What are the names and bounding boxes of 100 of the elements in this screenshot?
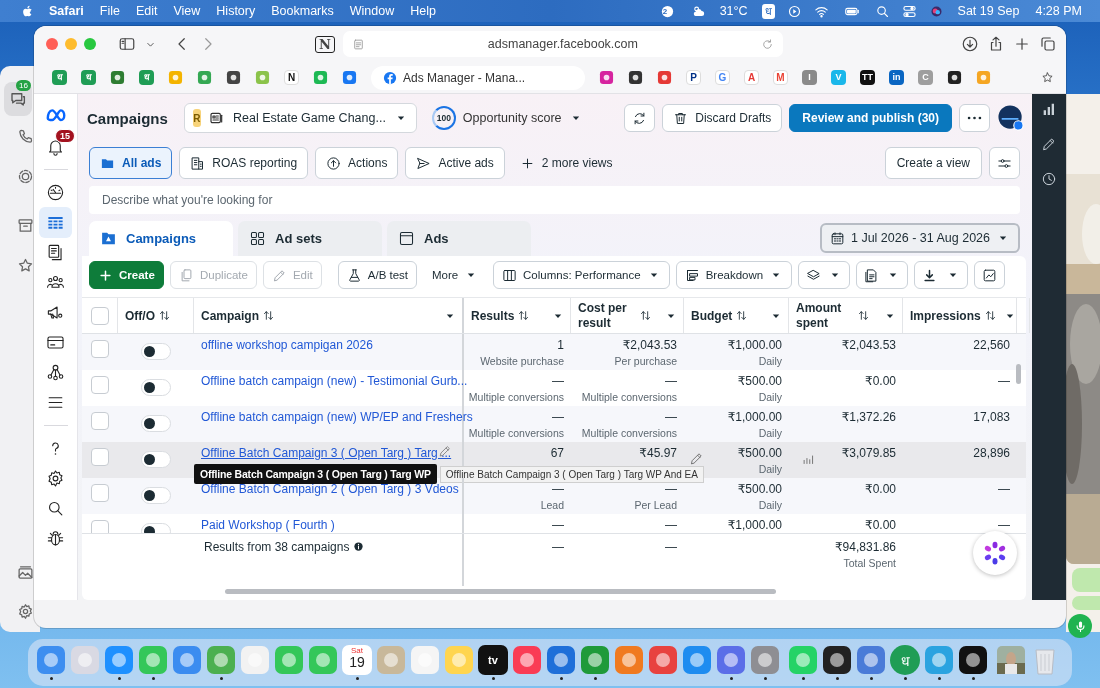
toggle-switch[interactable] <box>140 379 171 396</box>
campaign-link[interactable]: Offline batch campaign (new) - Testimonial Gurb... <box>201 374 468 388</box>
gallery-icon[interactable] <box>17 564 34 581</box>
menu-item[interactable]: Bookmarks <box>263 4 342 18</box>
sort-icon[interactable] <box>983 309 997 322</box>
bookmark-icon[interactable] <box>226 70 241 85</box>
menu-item[interactable]: Safari <box>41 4 92 18</box>
sort-icon[interactable] <box>857 309 870 322</box>
bug-icon[interactable] <box>46 529 65 548</box>
date-range-picker[interactable]: 1 Jul 2026 - 31 Aug 2026 <box>820 223 1020 253</box>
campaign-link[interactable]: Offline Batch Campaign 2 ( Open Targ ) 3 Vdeos <box>201 482 459 496</box>
column-header[interactable]: Off/O <box>125 308 155 323</box>
browser-tab[interactable]: Ads Manager - Mana... <box>371 65 585 90</box>
bookmark-button[interactable]: A <box>744 70 759 85</box>
chats-tab[interactable]: 16 <box>4 82 32 116</box>
report-button[interactable] <box>856 261 909 289</box>
app-button[interactable]: ध <box>890 645 920 675</box>
layers-button[interactable] <box>798 261 851 289</box>
bookmark-button[interactable]: M <box>773 70 788 85</box>
scrollbar-thumb[interactable] <box>225 589 776 594</box>
sort-icon[interactable] <box>262 309 275 322</box>
assistant-button[interactable] <box>973 531 1017 575</box>
row-checkbox[interactable] <box>90 340 109 358</box>
app-icon[interactable] <box>958 645 988 675</box>
clock-text[interactable]: 4:28 PM <box>1027 4 1090 18</box>
pencil-icon[interactable] <box>689 451 704 466</box>
review-and-publish-button[interactable]: Review and publish (30) <box>789 104 952 132</box>
sidebar-icon[interactable] <box>118 35 136 53</box>
menu-item[interactable]: History <box>208 4 264 18</box>
menu-item[interactable]: View <box>165 4 209 18</box>
network-icon[interactable] <box>46 363 65 382</box>
discard-drafts-button[interactable]: Discard Drafts <box>662 104 783 132</box>
calendar-app-button[interactable]: Sat 19 <box>342 645 372 675</box>
row-checkbox[interactable] <box>90 448 109 466</box>
table-icon[interactable] <box>39 207 72 238</box>
bookmark-button[interactable]: ध <box>139 70 154 85</box>
bookmark-button[interactable]: TT <box>860 70 875 85</box>
bookmark-button[interactable]: N <box>284 70 299 85</box>
view-tab[interactable]: ROAS reporting <box>179 147 309 179</box>
export-button[interactable] <box>914 261 969 289</box>
level-tab[interactable]: Ad sets <box>238 221 382 256</box>
app-icon[interactable] <box>822 645 852 675</box>
search-icon[interactable] <box>46 499 65 518</box>
archive-icon[interactable] <box>17 217 34 234</box>
row-checkbox[interactable] <box>90 412 109 430</box>
view-tab[interactable]: All ads <box>89 147 173 179</box>
notifications-icon[interactable] <box>46 137 65 156</box>
sort-icon[interactable] <box>158 309 171 322</box>
microphone-button[interactable] <box>1068 614 1092 638</box>
close-button[interactable] <box>46 38 58 50</box>
tv-app-button[interactable]: tv <box>478 645 508 675</box>
bookmark-icon[interactable] <box>628 70 643 85</box>
phone-icon[interactable] <box>17 128 34 145</box>
notification-status-item[interactable]: 2 <box>653 3 681 19</box>
bookmark-button[interactable]: G <box>715 70 730 85</box>
create-view-button[interactable]: Create a view <box>884 147 982 179</box>
campaign-link[interactable]: Paid Workshop ( Fourth ) <box>201 518 335 532</box>
chart-button[interactable] <box>974 261 1006 289</box>
menu-item[interactable]: Edit <box>127 4 166 18</box>
level-tab[interactable]: Ads <box>387 221 531 256</box>
tab-overview-icon[interactable] <box>1038 35 1057 53</box>
columns-button[interactable]: Columns: Performance <box>493 261 670 289</box>
add-bookmark-icon[interactable] <box>1041 71 1054 84</box>
bookmark-button[interactable]: ध <box>81 70 96 85</box>
breakdown-button[interactable]: Breakdown <box>675 261 793 289</box>
level-tab[interactable]: Campaigns <box>89 221 233 256</box>
megaphone-icon[interactable] <box>46 303 65 322</box>
view-tab[interactable]: Active ads <box>405 147 505 179</box>
input-source-indicator[interactable]: ध <box>761 3 775 19</box>
sort-icon[interactable] <box>735 309 749 322</box>
menu-item[interactable]: Help <box>402 4 444 18</box>
clock-icon[interactable] <box>1041 171 1057 187</box>
account-avatar[interactable] <box>998 105 1024 131</box>
extension-button[interactable]: N <box>315 35 335 53</box>
opportunity-score-button[interactable]: 100 Opportunity score <box>431 106 583 130</box>
pencil-icon[interactable] <box>438 444 452 458</box>
play-icon[interactable] <box>786 3 802 19</box>
pencil-icon[interactable] <box>1041 136 1057 152</box>
bookmark-icon[interactable] <box>947 70 962 85</box>
star-icon[interactable] <box>17 257 34 274</box>
bookmark-button[interactable]: I <box>802 70 817 85</box>
date-text[interactable]: Sat 19 Sep <box>949 4 1028 18</box>
row-checkbox[interactable] <box>90 484 109 502</box>
bar-chart-icon[interactable] <box>1041 101 1057 117</box>
bookmark-button[interactable]: in <box>889 70 904 85</box>
select-all-checkbox[interactable] <box>90 306 109 325</box>
status-icon[interactable] <box>17 168 34 185</box>
toggle-switch[interactable] <box>140 343 171 360</box>
download-icon[interactable] <box>960 35 979 53</box>
ab-test-button[interactable]: A/B test <box>337 261 418 289</box>
campaign-link[interactable]: offline workshop campigan 2026 <box>201 338 373 352</box>
dashboard-icon[interactable] <box>46 183 65 202</box>
documents-icon[interactable] <box>46 243 65 262</box>
column-header[interactable]: Impressions <box>910 308 981 323</box>
control-center-icon[interactable] <box>901 3 917 19</box>
menu-item[interactable]: Window <box>341 4 403 18</box>
refresh-button[interactable] <box>624 104 656 132</box>
column-header[interactable]: Campaign <box>201 308 259 323</box>
create-button[interactable]: Create <box>89 261 164 289</box>
billing-icon[interactable] <box>46 333 65 352</box>
